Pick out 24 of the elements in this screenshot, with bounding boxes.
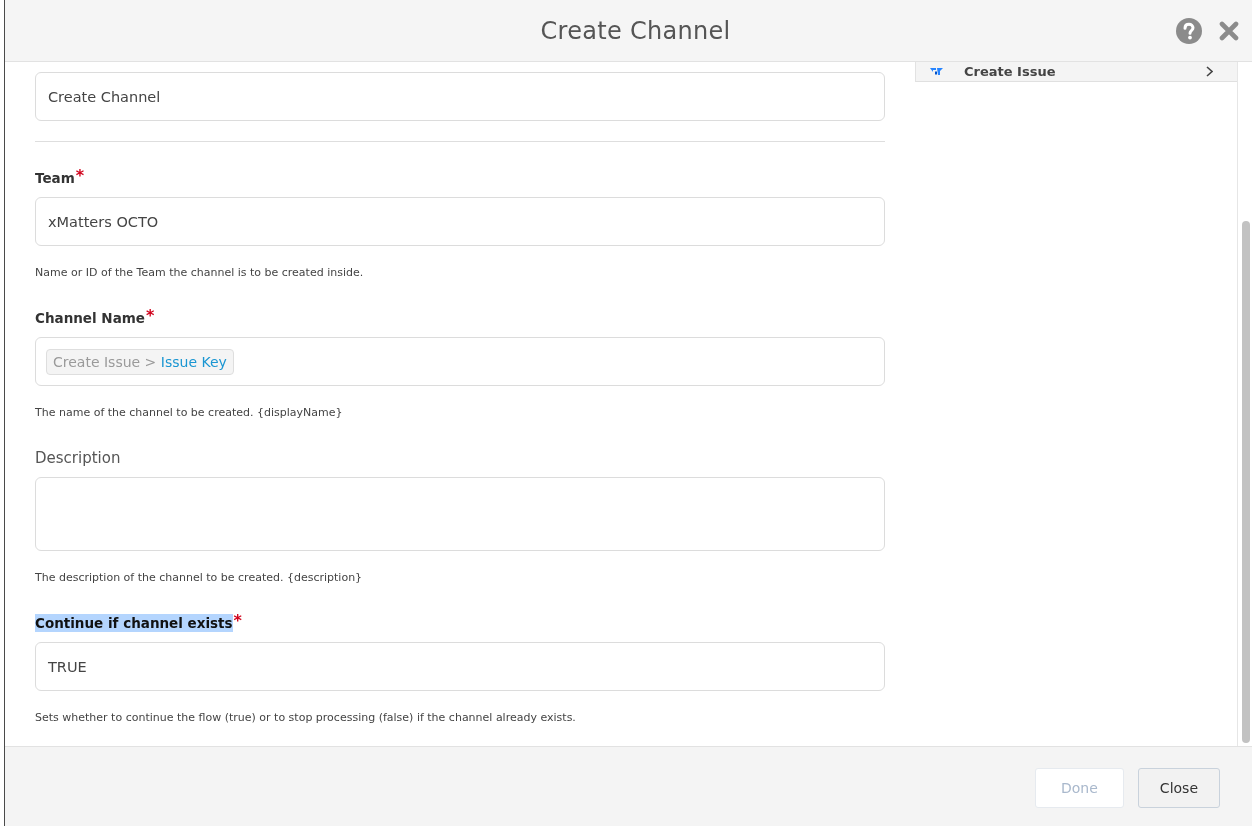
required-mark: *	[75, 169, 85, 183]
text-field[interactable]: TRUE	[35, 642, 885, 691]
scrollbar[interactable]	[1237, 62, 1251, 746]
required-mark: *	[233, 614, 242, 628]
step-item[interactable]: Create Issue	[915, 62, 1237, 82]
help-text: The name of the channel to be created. {displayName}	[35, 406, 344, 420]
help-text: Name or ID of the Team the channel is to be created inside.	[35, 266, 365, 280]
step-name-field[interactable]: Create Channel	[35, 72, 885, 121]
close-button[interactable]: Close	[1137, 768, 1220, 808]
field-label: Description	[35, 449, 121, 467]
field-label: Team	[35, 169, 75, 187]
required-mark: *	[145, 309, 155, 323]
help-icon[interactable]	[1176, 17, 1202, 44]
text-field[interactable]: xMatters OCTO	[35, 197, 885, 246]
chevron-right-icon	[1206, 66, 1213, 77]
dialog-title: Create Channel	[539, 16, 731, 45]
description-field[interactable]	[35, 477, 885, 551]
help-text: The description of the channel to be created. {description}	[35, 571, 364, 585]
close-icon[interactable]	[1219, 20, 1239, 41]
field-label: Channel Name	[35, 309, 145, 327]
scrollbar-thumb[interactable]	[1242, 221, 1250, 743]
help-text: Sets whether to continue the flow (true) or to stop processing (false) if the channel already exists.	[35, 711, 577, 725]
step-icon	[930, 67, 944, 76]
field-label: Continue if channel exists	[35, 614, 233, 632]
